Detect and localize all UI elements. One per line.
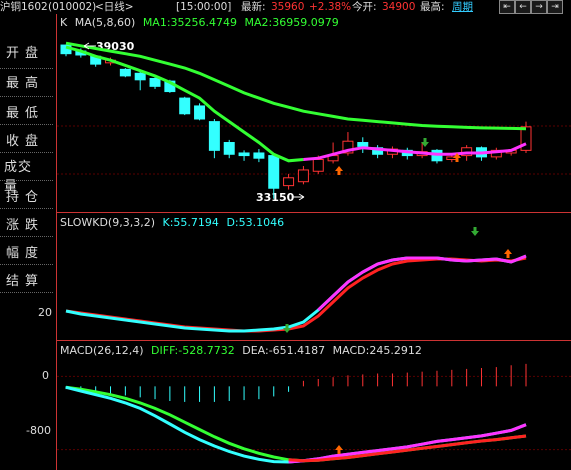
candle-body [134, 72, 146, 81]
candle-body [268, 155, 280, 189]
candle-body [179, 97, 191, 115]
macd-diff-line-up [288, 423, 527, 464]
candle-body [149, 78, 161, 87]
candle-body [194, 105, 206, 120]
ma-long-line [65, 41, 527, 131]
candle-body [208, 121, 220, 151]
candle-body [119, 68, 131, 77]
candle-body [253, 152, 265, 159]
buy-signal-icon [335, 445, 343, 454]
candle-body [223, 142, 235, 155]
candle-body [297, 169, 309, 183]
candle-body [283, 177, 295, 187]
chart-canvas [57, 41, 571, 464]
candle-body [238, 152, 250, 157]
kd-k-line-up [317, 254, 527, 312]
candle-body [357, 142, 369, 147]
macd-diff-line [65, 385, 527, 464]
buy-signal-icon [504, 249, 512, 258]
sell-signal-icon [471, 227, 479, 236]
candle-body [312, 159, 324, 172]
